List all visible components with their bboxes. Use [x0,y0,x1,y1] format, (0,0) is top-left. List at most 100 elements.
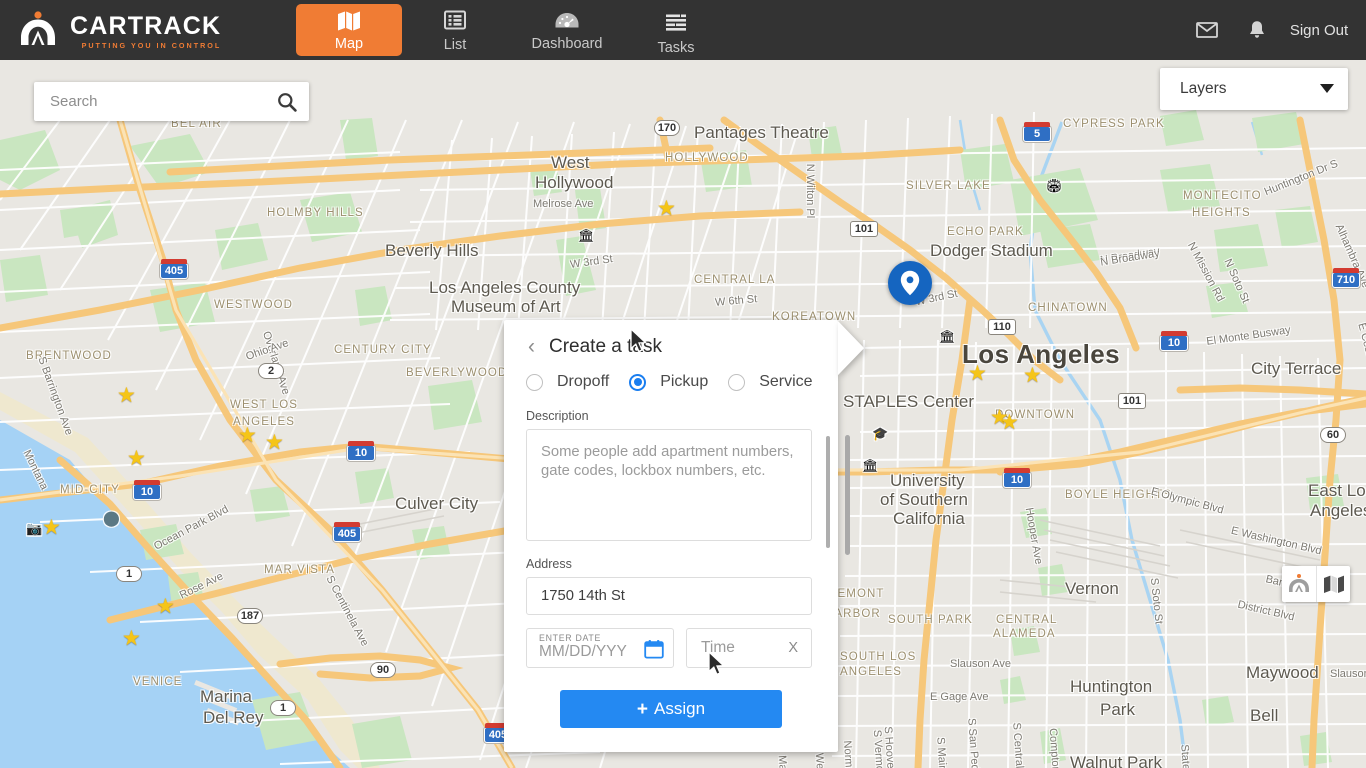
radio-pickup[interactable]: Pickup [629,373,728,391]
radio-service[interactable]: Service [728,373,830,391]
task-star-marker[interactable]: ★ [657,198,676,219]
assign-button[interactable]: + Assign [560,690,782,728]
tab-map[interactable]: Map [296,4,402,56]
map-street-label: E Gage Ave [930,691,989,703]
map-neighborhood-label: CENTURY CITY [334,344,432,356]
cartrack-logo-icon [16,8,60,52]
map-street-label: Slauson Ave [1330,668,1366,680]
panel-title: Create a task [549,335,662,357]
date-field[interactable]: ENTER DATE MM/DD/YYY [526,628,674,668]
panel-body: ‹ Create a task Dropoff Pickup Service D… [504,320,838,752]
task-type-radio-group: Dropoff Pickup Service [526,366,816,398]
map-neighborhood-label: MAR VISTA [264,564,336,576]
task-star-marker[interactable]: ★ [42,517,61,538]
task-star-marker[interactable]: ★ [1000,412,1019,433]
map-neighborhood-label: ALAMEDA [993,628,1056,640]
task-star-marker[interactable]: ★ [156,596,175,617]
highway-shield: 60 [1320,427,1346,443]
highway-shield: 110 [988,319,1016,335]
map-neighborhood-label: CENTRAL LA [694,274,776,286]
radio-pickup-control[interactable] [629,373,647,391]
envelope-icon[interactable] [1182,0,1232,60]
radio-service-control[interactable] [728,373,746,391]
layers-dropdown[interactable]: Layers [1160,68,1348,110]
chevron-left-icon[interactable]: ‹ [528,336,535,357]
museum-icon: 🏛 [578,228,595,243]
radio-dropoff[interactable]: Dropoff [526,373,629,391]
vehicle-marker-icon[interactable]: ⬤ [103,509,120,527]
task-star-marker[interactable]: ★ [127,448,146,469]
tab-list-label: List [443,36,467,53]
map-neighborhood-label: HOLLYWOOD [665,152,749,164]
map-search-box[interactable] [34,82,309,121]
task-star-marker[interactable]: ★ [238,425,257,446]
map-neighborhood-label: WESTWOOD [214,299,294,311]
time-field[interactable]: Time X [686,628,812,668]
map-place-label: Pantages Theatre [694,123,829,142]
map-view[interactable]: Los Angeles West Hollywood Beverly Hills Los… [0,60,1366,768]
datetime-row: ENTER DATE MM/DD/YYY Time X [526,628,816,668]
map-place-label: STAPLES Center [843,392,975,411]
tab-dashboard[interactable]: Dashboard [508,0,626,60]
map-icon [337,9,361,33]
map-place-label: Museum of Art [451,297,561,316]
map-place-label: Park [1100,700,1135,719]
map-neighborhood-label: SILVER LAKE [906,180,991,192]
tab-map-label: Map [334,35,364,52]
location-pin-icon[interactable] [888,261,932,305]
map-neighborhood-label: BEVERLYWOOD [406,367,508,379]
highway-shield: 2 [258,363,284,379]
clear-time-icon[interactable]: X [788,640,798,656]
map-neighborhood-label: WEST LOS [230,399,299,411]
map-neighborhood-label: HEIGHTS [1192,207,1251,219]
map-place-label: West [551,153,590,172]
map-place-label: of Southern [880,490,968,509]
task-star-marker[interactable]: ★ [265,432,284,453]
task-star-marker[interactable]: ★ [117,385,136,406]
highway-shield: 187 [237,608,263,624]
radio-dropoff-control[interactable] [526,373,543,391]
brand-logo[interactable]: CARTRACK PUTTING YOU IN CONTROL [16,8,221,52]
map-neighborhood-label: ANGELES [840,666,903,678]
map-type-icon[interactable] [1316,566,1350,602]
map-neighborhood-label: SOUTH LOS [840,651,917,663]
radio-dropoff-label: Dropoff [557,373,610,390]
description-label: Description [526,409,589,423]
map-place-label: Marina [200,687,252,706]
map-place-label: City Terrace [1251,359,1342,378]
search-icon[interactable] [265,82,309,121]
logo-wordmark: CARTRACK [70,11,222,40]
task-star-marker[interactable]: ★ [1023,365,1042,386]
map-neighborhood-label: CYPRESS PARK [1063,118,1165,130]
map-place-label: Culver City [395,494,479,513]
map-place-label: Los Angeles County [429,278,581,297]
highway-shield: 10 [347,441,375,461]
top-navigation-bar: CARTRACK PUTTING YOU IN CONTROL Map List… [0,0,1366,60]
assign-button-label: Assign [654,699,706,718]
cartrack-mark-icon[interactable] [1282,566,1316,602]
bell-icon[interactable] [1232,0,1282,60]
highway-shield: 405 [333,522,361,542]
panel-inner-scrollbar[interactable] [826,436,830,548]
panel-outer-scrollbar[interactable] [845,435,850,555]
chevron-down-icon [1320,80,1334,98]
description-textarea[interactable] [526,429,812,541]
map-place-label: Del Rey [203,708,264,727]
time-placeholder: Time [701,639,735,656]
map-place-label: East Los [1308,481,1366,500]
task-star-marker[interactable]: ★ [122,628,141,649]
university-icon: 🎓 [872,426,889,441]
highway-shield: 10 [1003,468,1031,488]
highway-shield: 1 [116,566,142,582]
sign-out-button[interactable]: Sign Out [1288,21,1350,40]
map-place-label: Beverly Hills [385,241,479,260]
calendar-icon[interactable] [644,639,664,664]
tab-tasks[interactable]: Tasks [626,0,726,60]
panel-header: ‹ Create a task [526,320,816,362]
address-label: Address [526,557,572,571]
task-star-marker[interactable]: ★ [968,363,987,384]
search-input[interactable] [34,93,265,110]
address-input[interactable] [526,577,812,615]
tab-list[interactable]: List [402,0,508,60]
highway-shield: 170 [654,120,680,136]
